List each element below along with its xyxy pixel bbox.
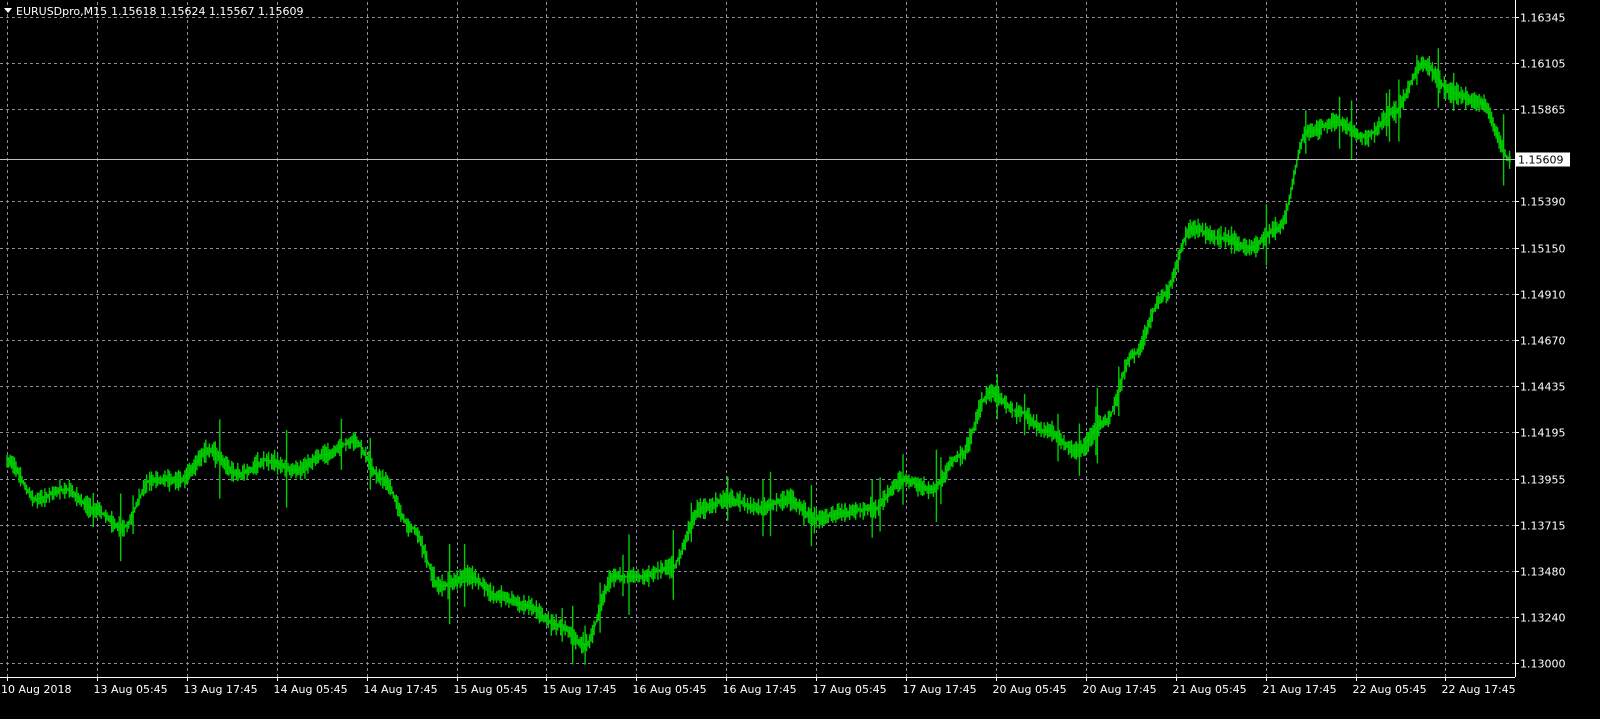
x-tick-label: 22 Aug 05:45	[1353, 683, 1427, 696]
grid-lines	[0, 2, 1515, 677]
chart-symbol: EURUSDpro,M15	[16, 5, 107, 18]
x-tick-label: 17 Aug 05:45	[813, 683, 887, 696]
x-tick-label: 14 Aug 05:45	[274, 683, 348, 696]
y-tick-label: 1.14670	[1520, 335, 1566, 348]
chart-ohlc: 1.15618 1.15624 1.15567 1.15609	[111, 5, 303, 18]
x-tick-label: 22 Aug 17:45	[1442, 683, 1516, 696]
y-tick-label: 1.16105	[1520, 58, 1566, 71]
x-tick-label: 17 Aug 17:45	[903, 683, 977, 696]
y-axis-ticks: 1.16345 1.16105 1.15865 1.15390 1.15150 1.149…	[1515, 12, 1566, 671]
price-bars	[6, 48, 1511, 665]
y-tick-label: 1.16345	[1520, 12, 1566, 25]
x-tick-label: 14 Aug 17:45	[364, 683, 438, 696]
current-price-label: 1.15609	[1518, 154, 1564, 167]
current-price-line: 1.15609	[0, 152, 1570, 167]
y-tick-label: 1.14910	[1520, 289, 1566, 302]
x-tick-label: 13 Aug 05:45	[94, 683, 168, 696]
chart-header: EURUSDpro,M15 1.15618 1.15624 1.15567 1.…	[4, 5, 303, 18]
x-tick-label: 21 Aug 17:45	[1263, 683, 1337, 696]
y-tick-label: 1.13480	[1520, 566, 1566, 579]
x-axis-ticks: 10 Aug 2018 13 Aug 05:45 13 Aug 17:45 14 Au…	[1, 677, 1516, 696]
x-tick-label: 10 Aug 2018	[1, 683, 71, 696]
x-tick-label: 15 Aug 17:45	[543, 683, 617, 696]
price-line	[6, 63, 1511, 645]
x-tick-label: 13 Aug 17:45	[184, 683, 258, 696]
y-tick-label: 1.13000	[1520, 658, 1566, 671]
y-tick-label: 1.15865	[1520, 104, 1566, 117]
y-tick-label: 1.13240	[1520, 612, 1566, 625]
x-tick-label: 16 Aug 17:45	[723, 683, 797, 696]
y-tick-label: 1.14195	[1520, 427, 1566, 440]
price-chart[interactable]: 1.15609 1.16345 1.16105 1.15865 1.15390 1.15…	[0, 0, 1600, 715]
y-tick-label: 1.13715	[1520, 520, 1566, 533]
price-chart-svg[interactable]: 1.15609 1.16345 1.16105 1.15865 1.15390 1.15…	[0, 0, 1600, 715]
price-series	[6, 48, 1511, 665]
y-tick-label: 1.15150	[1520, 243, 1566, 256]
chart-axes	[0, 0, 1516, 678]
x-tick-label: 20 Aug 17:45	[1083, 683, 1157, 696]
triangle-down-icon[interactable]	[4, 8, 12, 13]
x-tick-label: 15 Aug 05:45	[454, 683, 528, 696]
y-tick-label: 1.15390	[1520, 196, 1566, 209]
y-tick-label: 1.13955	[1520, 474, 1566, 487]
y-tick-label: 1.14435	[1520, 381, 1566, 394]
x-tick-label: 21 Aug 05:45	[1173, 683, 1247, 696]
x-tick-label: 20 Aug 05:45	[993, 683, 1067, 696]
x-tick-label: 16 Aug 05:45	[633, 683, 707, 696]
